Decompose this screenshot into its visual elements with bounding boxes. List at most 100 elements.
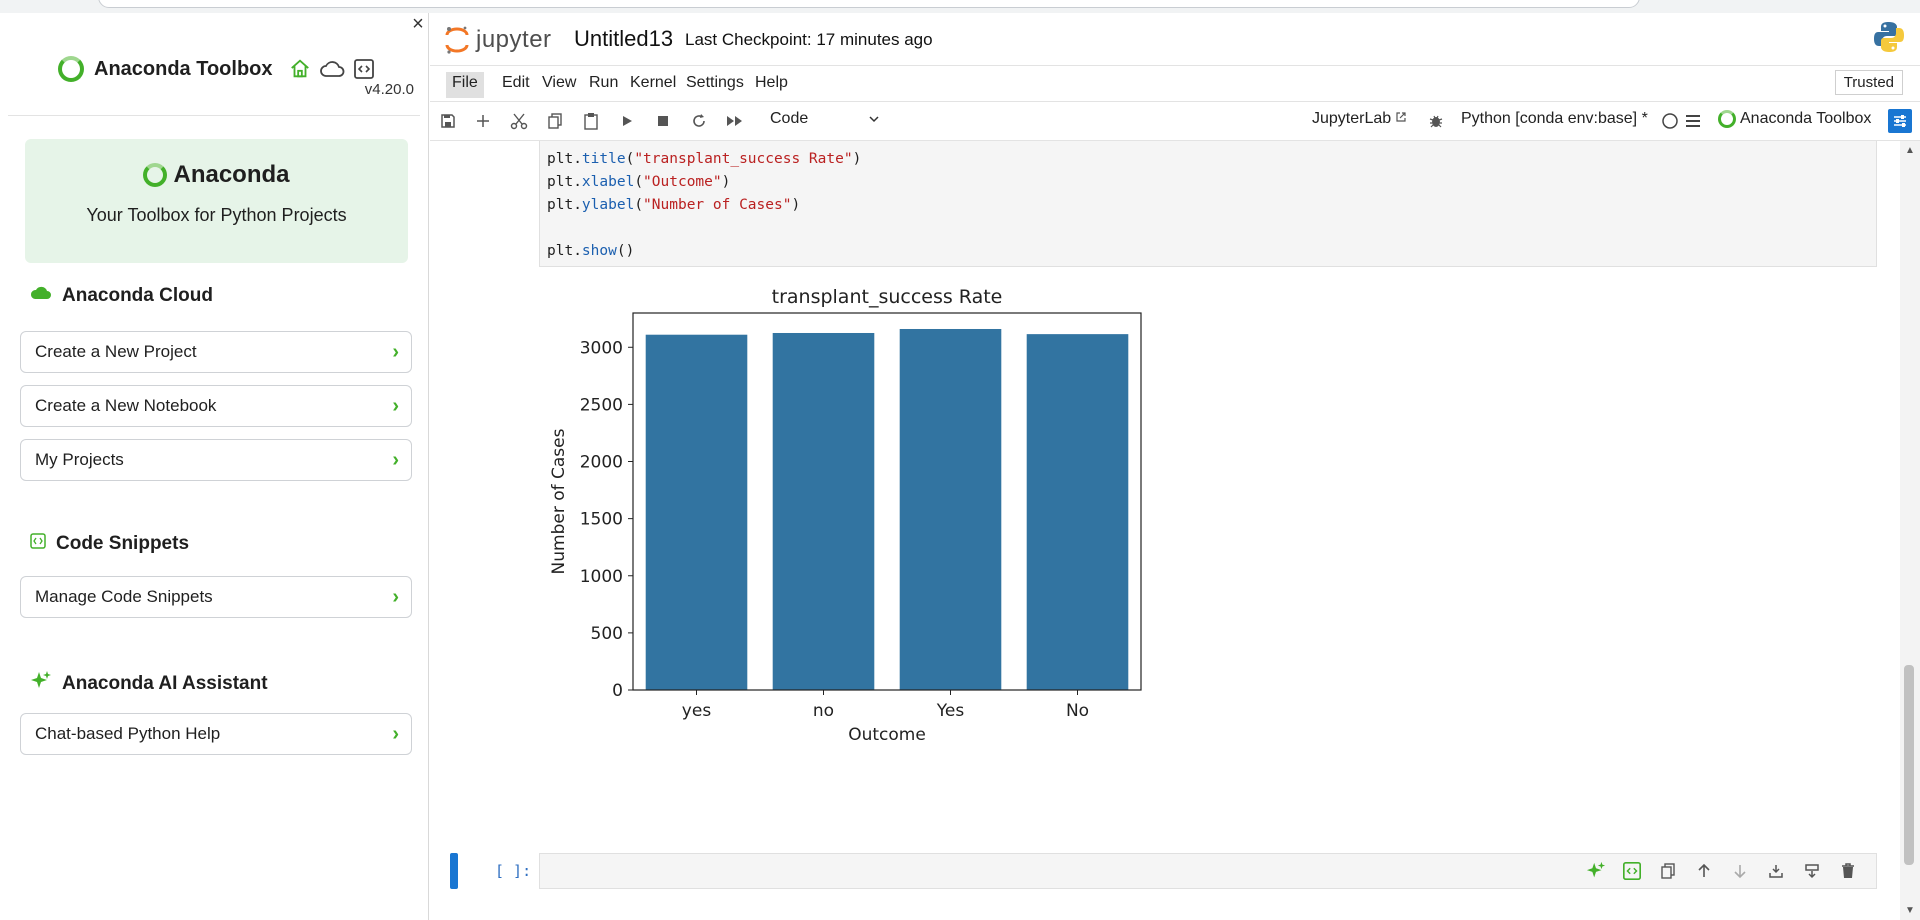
divider (8, 115, 420, 116)
x-tick-label: No (1066, 701, 1089, 721)
jupyter-header: jupyter Untitled13 Last Checkpoint: 17 m… (430, 13, 1920, 66)
run-icon[interactable] (615, 109, 639, 133)
scroll-down-icon[interactable]: ▼ (1905, 905, 1915, 916)
code-token: "Number of Cases" (643, 197, 792, 213)
chart-bar (1026, 334, 1129, 690)
menu-kernel[interactable]: Kernel (624, 72, 682, 98)
restart-icon[interactable] (687, 109, 711, 133)
y-axis-label: Number of Cases (549, 428, 569, 574)
jupyter-logo[interactable]: jupyter (444, 25, 552, 55)
chart-output: transplant_success Rate yes no Yes No 0 500 100… (540, 277, 1270, 837)
anaconda-toolbox-toggle[interactable]: Anaconda Toolbox (1718, 110, 1871, 128)
ai-assist-icon[interactable] (1584, 859, 1608, 883)
x-tick-label: yes (682, 701, 712, 721)
cut-icon[interactable] (507, 109, 531, 133)
my-projects-button[interactable]: My Projects › (20, 439, 412, 481)
chevron-down-icon (868, 112, 880, 130)
menu-settings[interactable]: Settings (680, 72, 750, 98)
address-bar[interactable] (98, 0, 1640, 8)
chevron-right-icon: › (392, 394, 399, 417)
menu-help[interactable]: Help (749, 72, 794, 98)
chevron-right-icon: › (392, 722, 399, 745)
sidebar-title: Anaconda Toolbox (94, 57, 273, 80)
debugger-icon[interactable] (1424, 109, 1448, 133)
code-snippet-header-icon[interactable] (351, 56, 377, 82)
chevron-right-icon: › (392, 585, 399, 608)
section-ai-assistant: Anaconda AI Assistant (30, 670, 268, 698)
add-cell-icon[interactable] (471, 109, 495, 133)
y-tick-label: 500 (591, 624, 623, 644)
insert-above-icon[interactable] (1764, 859, 1788, 883)
y-tick-label: 2500 (580, 395, 623, 415)
create-project-button[interactable]: Create a New Project › (20, 331, 412, 373)
bar-chart: transplant_success Rate yes no Yes No 0 500 100… (549, 286, 1142, 745)
manage-snippets-button[interactable]: Manage Code Snippets › (20, 576, 412, 618)
menu-view[interactable]: View (536, 72, 582, 98)
anaconda-sidebar: × Anaconda Toolbox v4.20.0 Anaconda Your… (0, 13, 429, 920)
jupyter-logo-text: jupyter (476, 26, 552, 53)
move-down-icon[interactable] (1728, 859, 1752, 883)
create-notebook-button[interactable]: Create a New Notebook › (20, 385, 412, 427)
code-token: show (581, 243, 617, 259)
x-axis-label: Outcome (848, 725, 926, 745)
cell-type-select[interactable]: Code (770, 110, 880, 132)
code-line: plt.ylabel("Number of Cases") (547, 197, 801, 213)
stop-icon[interactable] (651, 109, 675, 133)
chart-bar (899, 328, 1002, 690)
button-label: Manage Code Snippets (35, 587, 213, 606)
hero-tagline: Your Toolbox for Python Projects (86, 205, 347, 225)
chevron-right-icon: › (392, 448, 399, 471)
section-code-snippets: Code Snippets (30, 533, 189, 555)
menu-file[interactable]: File (446, 72, 484, 98)
code-snippet-cell-icon[interactable] (1620, 859, 1644, 883)
insert-below-icon[interactable] (1800, 859, 1824, 883)
jupyterlab-link[interactable]: JupyterLab (1312, 110, 1407, 128)
menu-run[interactable]: Run (583, 72, 624, 98)
copy-icon[interactable] (543, 109, 567, 133)
y-tick-label: 0 (612, 681, 623, 701)
code-line: plt.show() (547, 243, 635, 259)
code-cell[interactable]: plt.title("transplant_success Rate") plt… (539, 141, 1877, 267)
save-icon[interactable] (436, 109, 460, 133)
checkpoint-status: Last Checkpoint: 17 minutes ago (685, 30, 933, 49)
trusted-indicator[interactable]: Trusted (1834, 70, 1903, 95)
code-snippet-icon (30, 533, 46, 555)
anaconda-logo-icon (143, 163, 168, 187)
notebook-name[interactable]: Untitled13 (574, 26, 673, 52)
toolbox-label: Anaconda Toolbox (1740, 110, 1872, 127)
cell-prompt: [ ]: (495, 862, 532, 880)
code-token: plt. (547, 151, 582, 167)
close-sidebar-icon[interactable]: × (408, 13, 428, 36)
delete-cell-icon[interactable] (1836, 859, 1860, 883)
section-anaconda-cloud: Anaconda Cloud (30, 285, 213, 307)
hero-brand-name: Anaconda (173, 161, 290, 188)
button-label: Create a New Notebook (35, 396, 217, 415)
property-inspector-icon[interactable] (1681, 109, 1705, 133)
scroll-thumb[interactable] (1904, 665, 1914, 865)
code-token: "transplant_success Rate" (634, 151, 853, 167)
menu-edit[interactable]: Edit (496, 72, 536, 98)
anaconda-logo-icon (58, 56, 84, 82)
scroll-up-icon[interactable]: ▲ (1905, 145, 1915, 156)
y-tick-label: 3000 (580, 338, 623, 358)
empty-code-cell[interactable] (539, 853, 1877, 889)
move-up-icon[interactable] (1692, 859, 1716, 883)
jupyterlab-label: JupyterLab (1312, 110, 1392, 127)
cell-toolbar (1584, 859, 1860, 883)
kernel-name[interactable]: Python [conda env:base] * (1461, 110, 1648, 128)
duplicate-cell-icon[interactable] (1656, 859, 1680, 883)
code-line: plt.title("transplant_success Rate") (547, 151, 862, 167)
x-tick-label: Yes (936, 701, 965, 721)
cloud-outline-icon[interactable] (319, 56, 345, 82)
hero-card: Anaconda Your Toolbox for Python Project… (25, 139, 408, 263)
fast-forward-icon[interactable] (723, 109, 747, 133)
code-token: plt. (547, 197, 582, 213)
chat-python-help-button[interactable]: Chat-based Python Help › (20, 713, 412, 755)
code-token: plt. (547, 243, 582, 259)
cell-type-value: Code (770, 110, 809, 127)
paste-icon[interactable] (579, 109, 603, 133)
home-icon[interactable] (287, 56, 313, 82)
settings-panel-icon[interactable] (1888, 109, 1912, 133)
notebook-scrollbar[interactable]: ▲ ▼ (1900, 141, 1920, 920)
active-cell-indicator (450, 853, 458, 889)
